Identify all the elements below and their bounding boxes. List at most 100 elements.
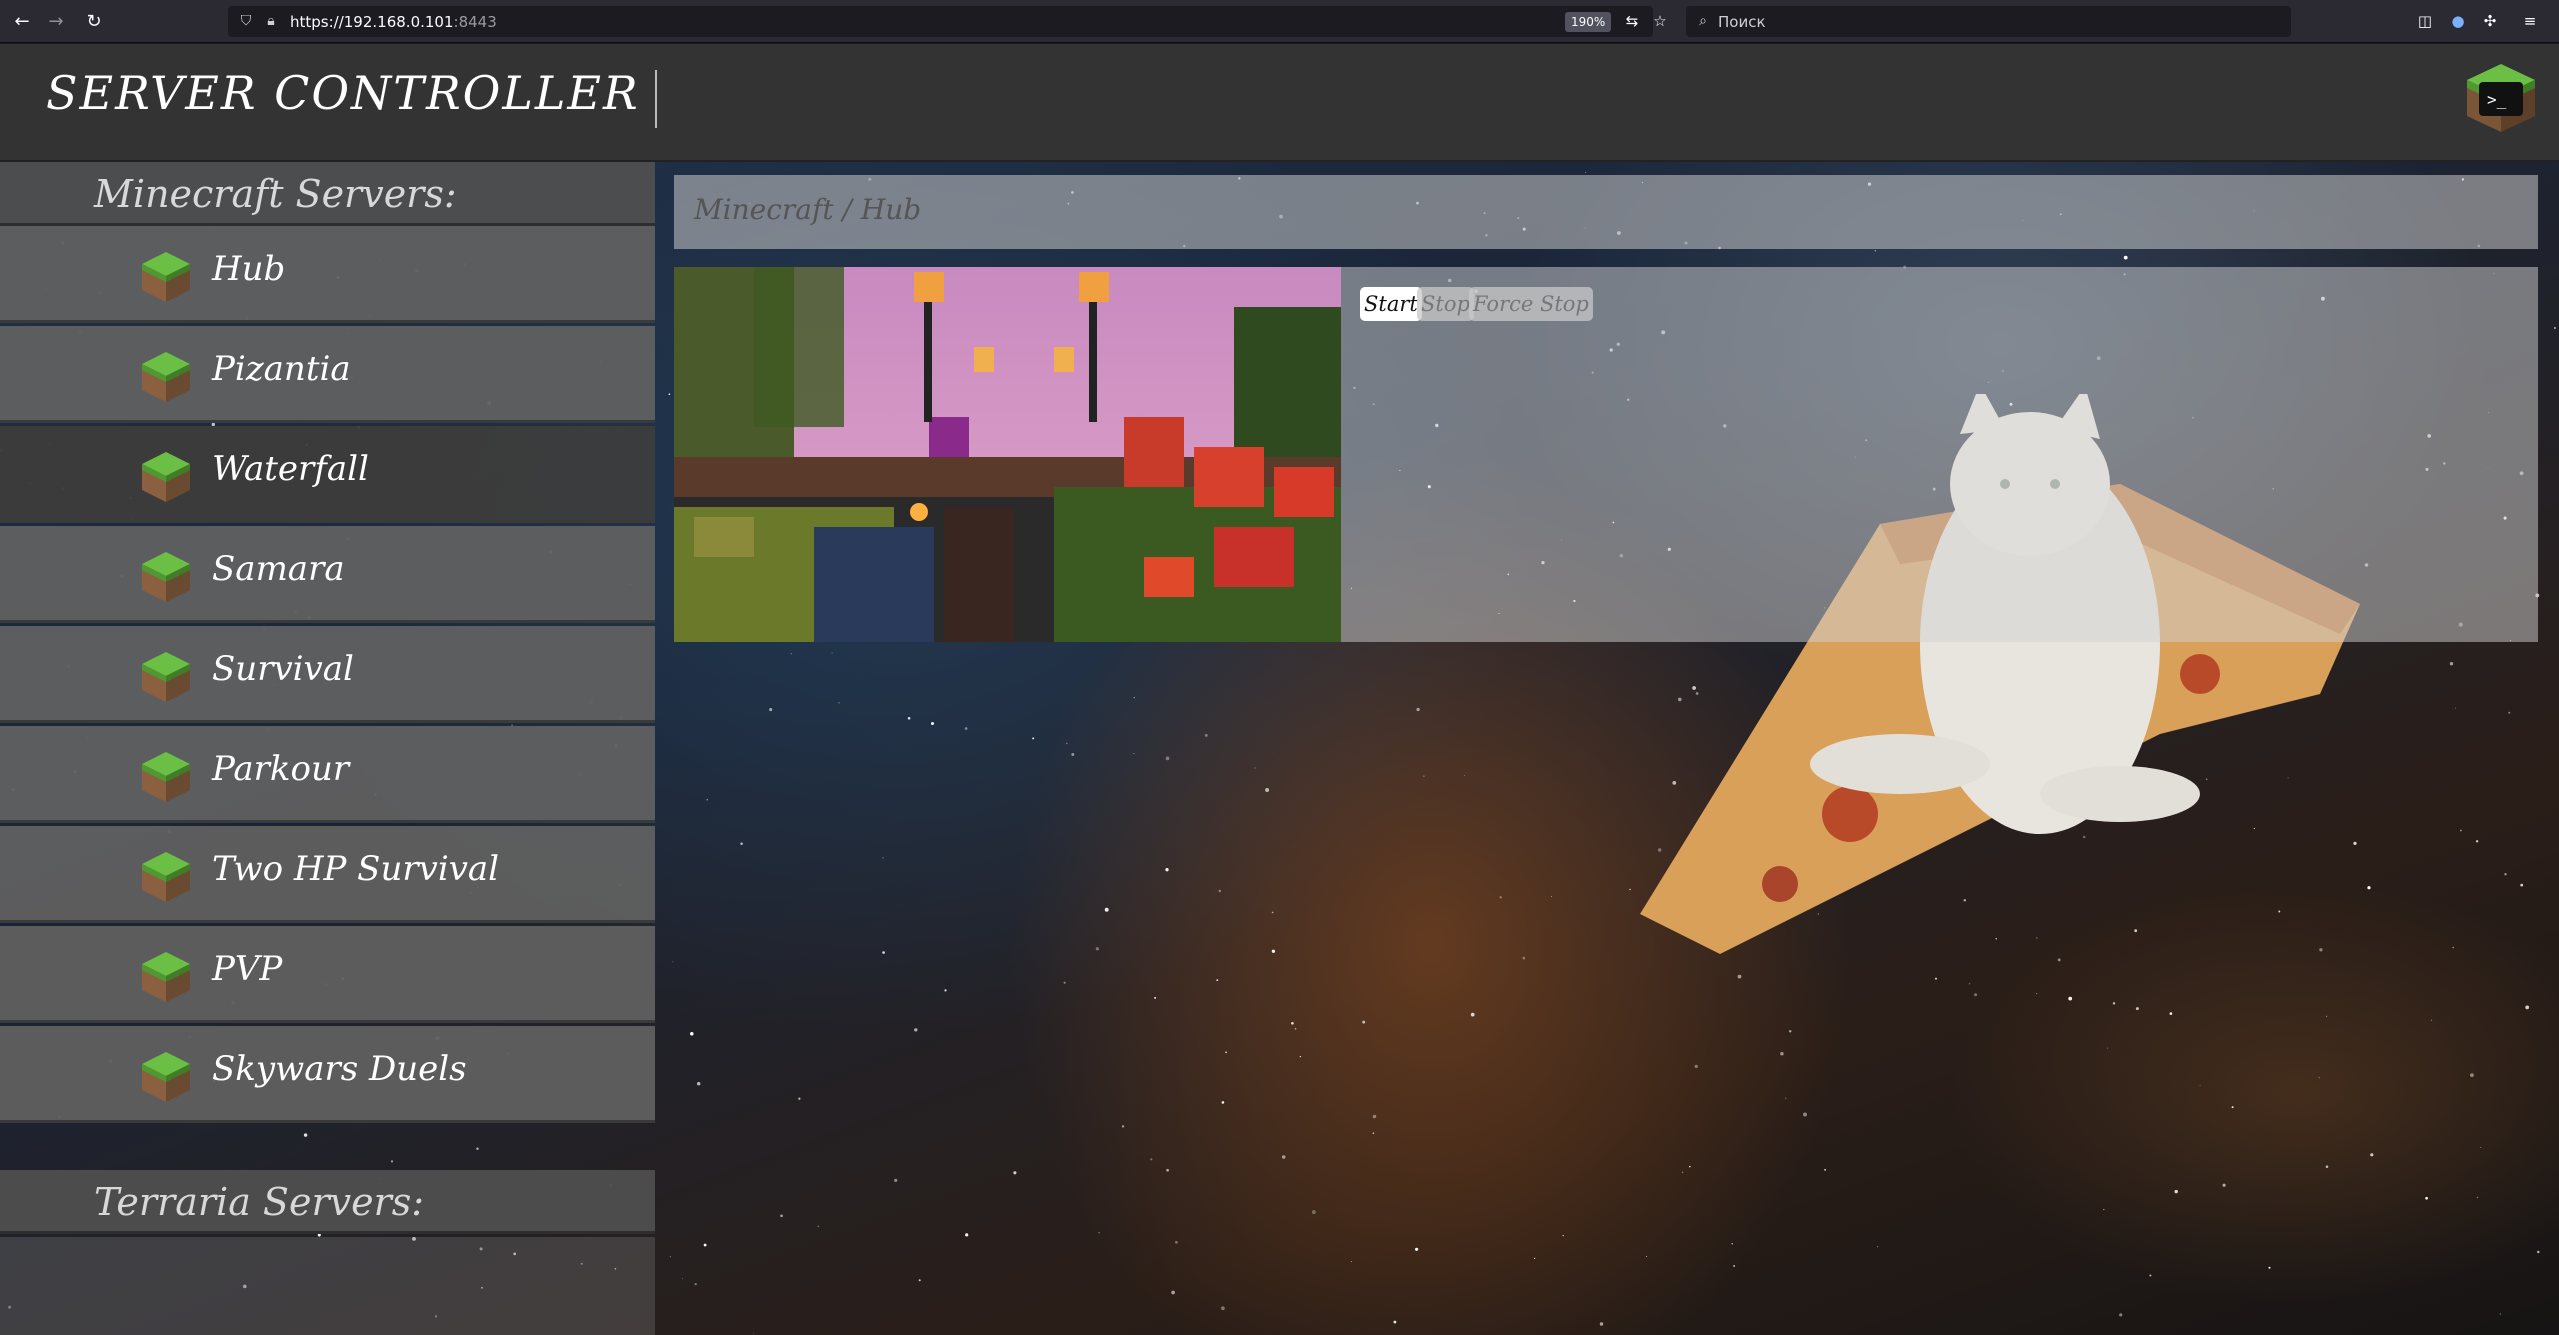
app-header: SERVER CONTROLLER >_	[0, 44, 2559, 162]
star	[1013, 1171, 1017, 1175]
star	[1470, 1012, 1475, 1017]
bookmark-star-icon[interactable]: ☆	[1650, 11, 1670, 31]
sidebar-item-hub[interactable]: Hub	[0, 226, 655, 323]
url-port: :8443	[453, 13, 497, 31]
star	[2222, 1183, 2226, 1187]
grass-block-icon	[142, 452, 190, 502]
star	[1372, 1132, 1375, 1134]
app-title: SERVER CONTROLLER	[46, 66, 640, 120]
star	[1294, 1027, 1297, 1030]
translate-icon[interactable]: ⇆	[1622, 11, 1642, 31]
force-stop-button[interactable]: Force Stop	[1469, 287, 1593, 321]
star	[918, 1279, 921, 1282]
star	[682, 1278, 683, 1280]
star	[1646, 1255, 1648, 1257]
star	[1423, 775, 1425, 777]
star	[2525, 1005, 2530, 1010]
star	[669, 1256, 672, 1258]
start-button[interactable]: Start	[1360, 287, 1422, 321]
star	[2459, 829, 2462, 832]
address-bar[interactable]: ⛉ 🔒︎ https://192.168.0.101:8443	[228, 6, 1653, 37]
extensions-icon[interactable]: ✣	[2480, 11, 2500, 31]
terminal-icon[interactable]: >_	[2465, 62, 2537, 134]
search-bar[interactable]: ⌕ Поиск	[1686, 6, 2291, 37]
sidebar-item-parkour[interactable]: Parkour	[0, 726, 655, 823]
star	[1551, 895, 1553, 897]
sidebar-item-waterfall[interactable]: Waterfall	[0, 426, 655, 523]
grass-block-icon	[142, 852, 190, 902]
reload-icon[interactable]: ↻	[82, 10, 106, 34]
star	[2268, 1266, 2271, 1269]
star	[965, 1233, 969, 1237]
star	[2318, 1077, 2320, 1079]
star	[2476, 1196, 2479, 1199]
star	[2504, 873, 2507, 876]
star	[2480, 1146, 2482, 1148]
star	[1393, 1320, 1397, 1324]
star	[706, 799, 708, 801]
lock-icon[interactable]: 🔒︎	[262, 12, 280, 30]
star	[2036, 993, 2038, 995]
server-label: Survival	[212, 649, 354, 689]
star	[894, 1178, 898, 1182]
star	[798, 1097, 801, 1100]
url-text[interactable]: https://192.168.0.101:8443	[290, 13, 497, 31]
star	[2231, 1106, 2234, 1109]
back-arrow-icon[interactable]: ←	[10, 10, 34, 34]
star	[1599, 1322, 1604, 1326]
star	[1824, 1168, 1827, 1171]
stop-button[interactable]: Stop	[1417, 287, 1474, 321]
pocket-icon[interactable]: ◫	[2415, 11, 2435, 31]
grass-block-icon	[142, 952, 190, 1002]
grass-block-icon	[142, 352, 190, 402]
terraria-heading-label: Terraria Servers:	[94, 1180, 425, 1224]
sidebar-item-samara[interactable]: Samara	[0, 526, 655, 623]
shield-icon[interactable]: ⛉	[237, 12, 255, 30]
sidebar-item-pvp[interactable]: PVP	[0, 926, 655, 1023]
star	[930, 721, 935, 726]
star	[740, 842, 743, 845]
star	[2454, 707, 2456, 709]
star	[831, 652, 833, 654]
star	[1415, 1247, 1419, 1251]
star	[2475, 840, 2479, 843]
star	[882, 951, 885, 954]
star	[882, 857, 884, 859]
star	[1071, 753, 1075, 756]
star	[1522, 956, 1526, 960]
star	[1150, 1158, 1153, 1161]
star	[1689, 1165, 1691, 1168]
star	[2119, 1313, 2123, 1317]
server-label: Samara	[212, 549, 345, 589]
star	[2537, 1250, 2540, 1254]
sidebar-item-survival[interactable]: Survival	[0, 626, 655, 723]
server-label: Two HP Survival	[212, 849, 500, 889]
zoom-level-badge[interactable]: 190%	[1565, 12, 1612, 32]
sidebar-item-skywars-duels[interactable]: Skywars Duels	[0, 1026, 655, 1123]
star	[2370, 1153, 2374, 1157]
star	[1372, 1114, 1377, 1119]
header-divider	[655, 70, 657, 128]
star	[1271, 911, 1274, 914]
sidebar-item-two-hp-survival[interactable]: Two HP Survival	[0, 826, 655, 923]
search-placeholder: Поиск	[1718, 13, 1766, 31]
star	[2057, 958, 2061, 962]
terraria-servers-heading: Terraria Servers:	[0, 1170, 655, 1234]
server-preview-image	[674, 267, 1341, 642]
star	[1271, 949, 1276, 953]
account-icon[interactable]: ●	[2448, 11, 2468, 31]
star	[1098, 1231, 1100, 1234]
sidebar-item-pizantia[interactable]: Pizantia	[0, 326, 655, 423]
star	[690, 1032, 694, 1036]
star	[769, 708, 773, 712]
star	[780, 1214, 783, 1218]
forward-arrow-icon[interactable]: →	[44, 10, 68, 34]
star	[1789, 1030, 1792, 1033]
svg-text:>_: >_	[2487, 90, 2507, 109]
grass-block-icon	[142, 752, 190, 802]
star	[2326, 1015, 2328, 1018]
star	[2174, 1189, 2178, 1194]
menu-icon[interactable]: ≡	[2520, 11, 2540, 31]
star	[1204, 733, 1208, 737]
browser-toolbar: ← → ↻ ⛉ 🔒︎ https://192.168.0.101:8443 19…	[0, 0, 2559, 43]
